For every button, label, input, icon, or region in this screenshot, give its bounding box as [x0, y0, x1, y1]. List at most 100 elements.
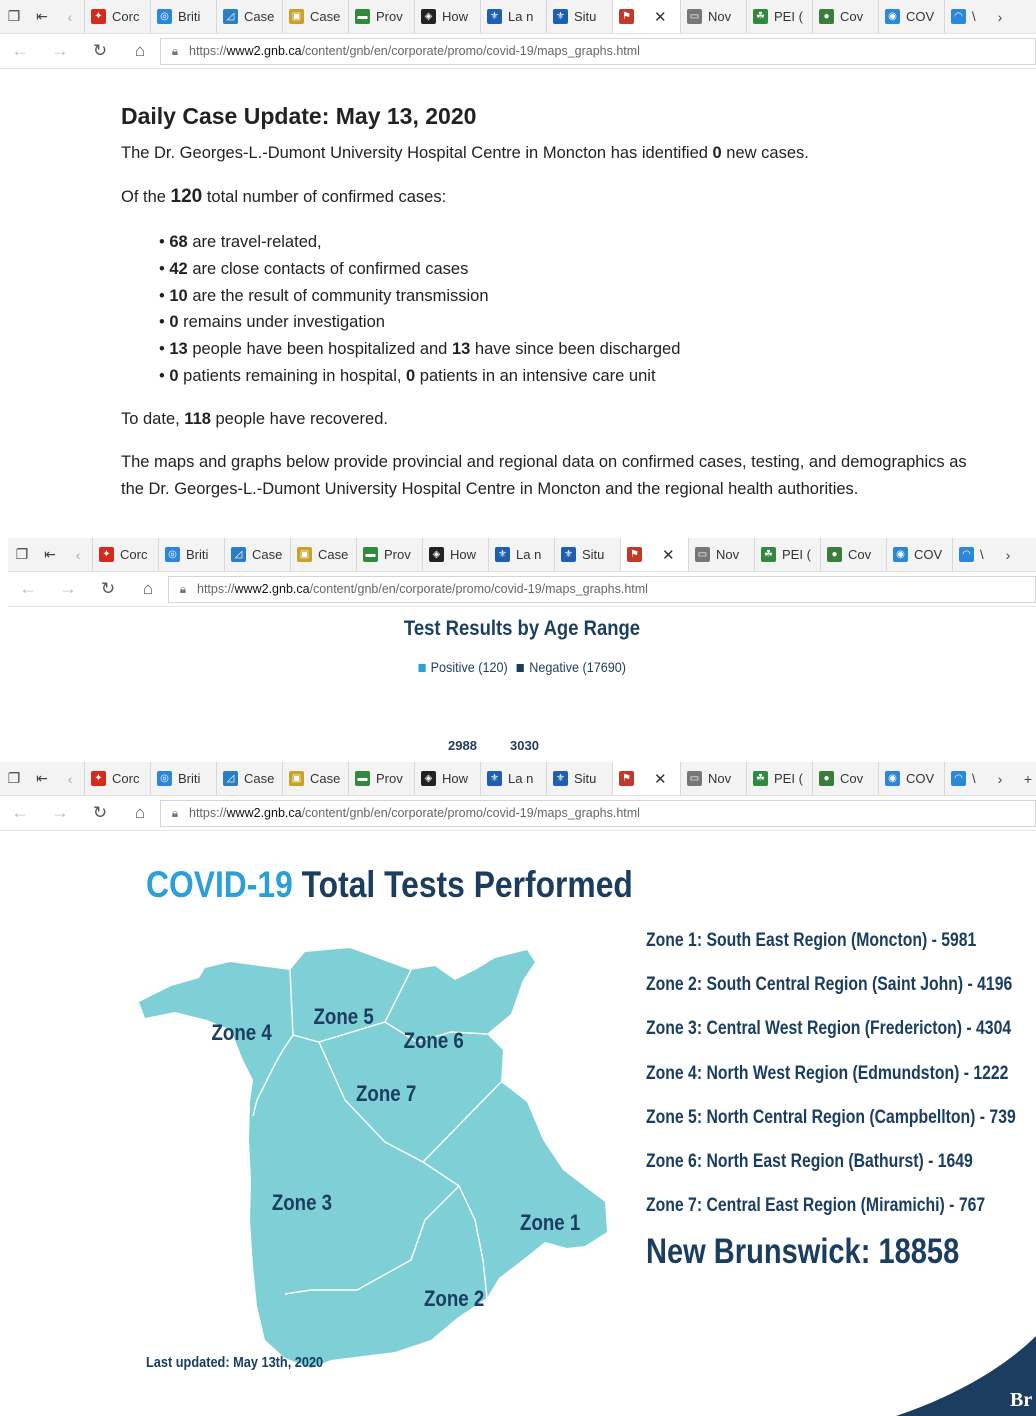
scroll-tabs-left-icon[interactable]: ‹	[64, 541, 92, 569]
forward-arrow-icon[interactable]: →	[40, 803, 80, 823]
browser-tab[interactable]: ▬ Prov	[348, 0, 414, 33]
tab-favicon-icon: ⚜	[487, 771, 502, 786]
home-icon[interactable]: ⌂	[120, 41, 160, 61]
browser-tab[interactable]: ◉ COV	[878, 762, 944, 795]
new-tab-icon[interactable]: +	[1014, 765, 1036, 793]
set-aside-tabs-icon[interactable]: ⇤	[36, 541, 64, 569]
zone-5-row: Zone 5: North Central Region (Campbellto…	[646, 1106, 1016, 1128]
browser-tab[interactable]: ⚜ Situ	[554, 538, 620, 571]
close-tab-icon[interactable]: ✕	[662, 546, 675, 564]
recovered-paragraph: To date, 118 people have recovered.	[121, 406, 1036, 433]
tab-favicon-icon: ▬	[355, 9, 370, 24]
browser-tab[interactable]: ☘ PEI (	[746, 0, 812, 33]
scroll-tabs-right-icon[interactable]: ›	[986, 765, 1014, 793]
url-field[interactable]: 🔒︎ https://www2.gnb.ca/content/gnb/en/co…	[160, 799, 1036, 827]
browser-tab[interactable]: ◉ COV	[878, 0, 944, 33]
browser-tab[interactable]: ▬ Prov	[356, 538, 422, 571]
recovered-text: To date,	[121, 409, 185, 428]
tab-bar: ❐ ⇤ ‹ ✦ Corc ◎ Briti ◿ Case ▣ Case ▬ Prov ◈ How ⚜ La …	[0, 0, 1036, 34]
tab-favicon-icon: ⚜	[487, 9, 502, 24]
home-icon[interactable]: ⌂	[128, 579, 168, 599]
browser-tab[interactable]: ◿ Case	[216, 0, 282, 33]
browser-tab[interactable]: ◠ \	[944, 0, 986, 33]
browser-tab[interactable]: ◎ Briti	[150, 762, 216, 795]
browser-tab[interactable]: ◈ How	[422, 538, 488, 571]
browser-tab[interactable]: ◎ Briti	[158, 538, 224, 571]
browser-tab[interactable]: ◠ \	[952, 538, 994, 571]
tab-favicon-icon: ▭	[687, 9, 702, 24]
forward-arrow-icon[interactable]: →	[40, 41, 80, 61]
url-field[interactable]: 🔒︎ https://www2.gnb.ca/content/gnb/en/co…	[168, 575, 1036, 603]
tab-label: Case	[244, 771, 275, 786]
browser-tab[interactable]: ◈ How	[414, 762, 480, 795]
url-field[interactable]: 🔒︎ https://www2.gnb.ca/content/gnb/en/co…	[160, 37, 1036, 65]
set-aside-tabs-icon[interactable]: ⇤	[28, 765, 56, 793]
maps-text-line-1: The maps and graphs below provide provin…	[121, 452, 967, 471]
scroll-tabs-right-icon[interactable]: ›	[986, 3, 1014, 31]
browser-tab[interactable]: ● Cov	[812, 0, 878, 33]
browser-tab[interactable]: ✦ Corc	[84, 762, 150, 795]
browser-tab[interactable]: ▭ Nov	[680, 762, 746, 795]
tab-actions-icon[interactable]: ❐	[0, 3, 28, 31]
tab-label: Case	[252, 547, 283, 562]
browser-tab[interactable]: ⚑ ✕	[612, 0, 680, 33]
forward-arrow-icon[interactable]: →	[48, 579, 88, 599]
browser-tab[interactable]: ▭ Nov	[688, 538, 754, 571]
address-bar: ← → ↻ ⌂ 🔒︎ https://www2.gnb.ca/content/g…	[0, 34, 1036, 69]
total-text-end: total number of confirmed cases:	[202, 188, 447, 206]
browser-tab[interactable]: ✦ Corc	[92, 538, 158, 571]
refresh-icon[interactable]: ↻	[80, 41, 120, 61]
tab-favicon-icon: ☘	[753, 771, 768, 786]
browser-tab[interactable]: ▣ Case	[290, 538, 356, 571]
browser-tab[interactable]: ☘ PEI (	[746, 762, 812, 795]
browser-tab[interactable]: ◈ How	[414, 0, 480, 33]
close-tab-icon[interactable]: ✕	[654, 8, 667, 26]
back-arrow-icon[interactable]: ←	[0, 803, 40, 823]
tab-label: Nov	[708, 9, 732, 24]
browser-tab[interactable]: ◿ Case	[224, 538, 290, 571]
browser-tab[interactable]: ● Cov	[820, 538, 886, 571]
tab-favicon-icon: ☘	[761, 547, 776, 562]
browser-tab[interactable]: ◉ COV	[886, 538, 952, 571]
browser-tab[interactable]: ◎ Briti	[150, 0, 216, 33]
browser-tab[interactable]: ▬ Prov	[348, 762, 414, 795]
scroll-tabs-right-icon[interactable]: ›	[994, 541, 1022, 569]
back-arrow-icon[interactable]: ←	[0, 41, 40, 61]
maps-text-line-2: the Dr. Georges-L.-Dumont University Hos…	[121, 479, 859, 498]
total-paragraph: Of the 120 total number of confirmed cas…	[121, 183, 1036, 211]
browser-tab[interactable]: ▣ Case	[282, 0, 348, 33]
scroll-tabs-left-icon[interactable]: ‹	[56, 765, 84, 793]
browser-tab[interactable]: ◿ Case	[216, 762, 282, 795]
set-aside-tabs-icon[interactable]: ⇤	[28, 3, 56, 31]
refresh-icon[interactable]: ↻	[80, 803, 120, 823]
browser-tab[interactable]: ⚜ La n	[488, 538, 554, 571]
browser-window-3: ❐ ⇤ ‹ ✦ Corc ◎ Briti ◿ Case ▣ Case ▬ Prov ◈ How ⚜ La …	[0, 762, 1036, 1416]
zone-2-label: Zone 2	[424, 1288, 484, 1312]
browser-tab[interactable]: ⚜ Situ	[546, 0, 612, 33]
intro-text-end: new cases.	[721, 144, 809, 162]
tab-actions-icon[interactable]: ❐	[0, 765, 28, 793]
tab-favicon-icon: ◿	[231, 547, 246, 562]
browser-tab[interactable]: ◠ \	[944, 762, 986, 795]
close-tab-icon[interactable]: ✕	[654, 770, 667, 788]
refresh-icon[interactable]: ↻	[88, 579, 128, 599]
browser-tab[interactable]: ⚑ ✕	[612, 762, 680, 795]
browser-tab[interactable]: ☘ PEI (	[754, 538, 820, 571]
tab-actions-icon[interactable]: ❐	[8, 541, 36, 569]
maps-paragraph: The maps and graphs below provide provin…	[121, 449, 1036, 503]
browser-tab[interactable]: ⚜ Situ	[546, 762, 612, 795]
tab-label: Case	[244, 9, 275, 24]
tab-label: Situ	[582, 547, 605, 562]
browser-tab[interactable]: ⚑ ✕	[620, 538, 688, 571]
browser-tab[interactable]: ▭ Nov	[680, 0, 746, 33]
province-total: New Brunswick: 18858	[646, 1232, 960, 1271]
home-icon[interactable]: ⌂	[120, 803, 160, 823]
browser-tab[interactable]: ✦ Corc	[84, 0, 150, 33]
back-arrow-icon[interactable]: ←	[8, 579, 48, 599]
browser-tab[interactable]: ⚜ La n	[480, 0, 546, 33]
scroll-tabs-left-icon[interactable]: ‹	[56, 3, 84, 31]
browser-tab[interactable]: ⚜ La n	[480, 762, 546, 795]
browser-tab[interactable]: ▣ Case	[282, 762, 348, 795]
item-number: 13	[169, 340, 188, 359]
browser-tab[interactable]: ● Cov	[812, 762, 878, 795]
